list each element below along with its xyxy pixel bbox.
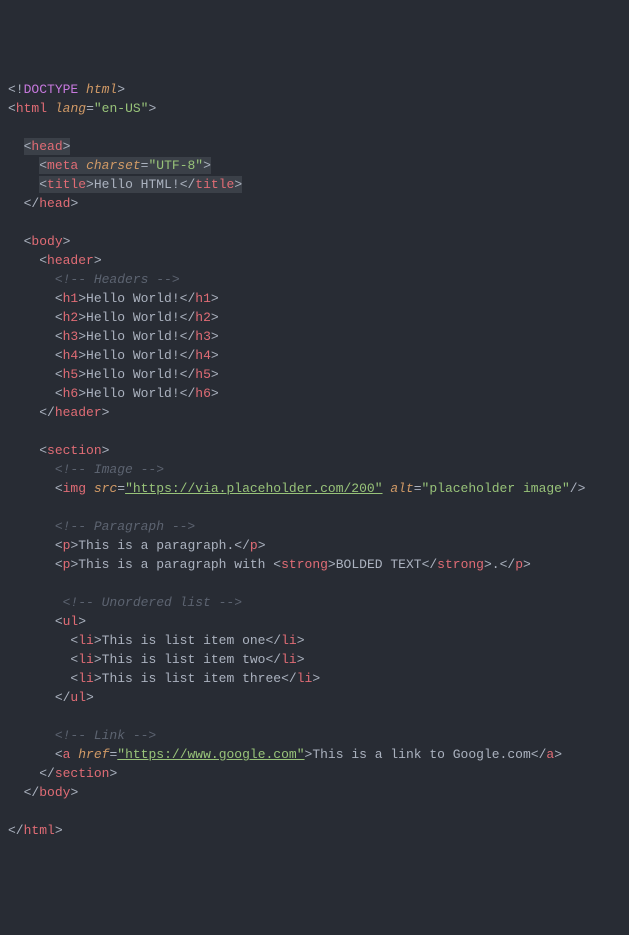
code-line: <!-- Link -->	[8, 726, 621, 745]
code-line: </body>	[8, 783, 621, 802]
code-line: <li>This is list item three</li>	[8, 669, 621, 688]
code-line: <li>This is list item one</li>	[8, 631, 621, 650]
code-line: </header>	[8, 403, 621, 422]
code-line: <p>This is a paragraph with <strong>BOLD…	[8, 555, 621, 574]
code-line: <head>	[8, 137, 621, 156]
code-line: <!-- Image -->	[8, 460, 621, 479]
code-line: <a href="https://www.google.com">This is…	[8, 745, 621, 764]
code-line: </section>	[8, 764, 621, 783]
code-line: <p>This is a paragraph.</p>	[8, 536, 621, 555]
code-line	[8, 118, 621, 137]
code-line	[8, 707, 621, 726]
code-line: <!DOCTYPE html>	[8, 80, 621, 99]
code-line	[8, 574, 621, 593]
code-line: <h2>Hello World!</h2>	[8, 308, 621, 327]
code-line: <h3>Hello World!</h3>	[8, 327, 621, 346]
code-line	[8, 422, 621, 441]
code-line: <h1>Hello World!</h1>	[8, 289, 621, 308]
code-line: <ul>	[8, 612, 621, 631]
code-line: </ul>	[8, 688, 621, 707]
code-line: <h5>Hello World!</h5>	[8, 365, 621, 384]
code-line: <title>Hello HTML!</title>	[8, 175, 621, 194]
code-line: </head>	[8, 194, 621, 213]
code-line: <meta charset="UTF-8">	[8, 156, 621, 175]
code-line: <!-- Unordered list -->	[8, 593, 621, 612]
code-line	[8, 802, 621, 821]
code-line: </html>	[8, 821, 621, 840]
code-line: <!-- Headers -->	[8, 270, 621, 289]
code-line	[8, 213, 621, 232]
code-line: <html lang="en-US">	[8, 99, 621, 118]
code-line: <section>	[8, 441, 621, 460]
code-line: <li>This is list item two</li>	[8, 650, 621, 669]
code-line: <!-- Paragraph -->	[8, 517, 621, 536]
code-line: <header>	[8, 251, 621, 270]
code-editor[interactable]: <!DOCTYPE html><html lang="en-US"> <head…	[8, 80, 621, 840]
code-line: <h6>Hello World!</h6>	[8, 384, 621, 403]
code-line	[8, 498, 621, 517]
code-line: <body>	[8, 232, 621, 251]
code-line: <h4>Hello World!</h4>	[8, 346, 621, 365]
code-line: <img src="https://via.placeholder.com/20…	[8, 479, 621, 498]
